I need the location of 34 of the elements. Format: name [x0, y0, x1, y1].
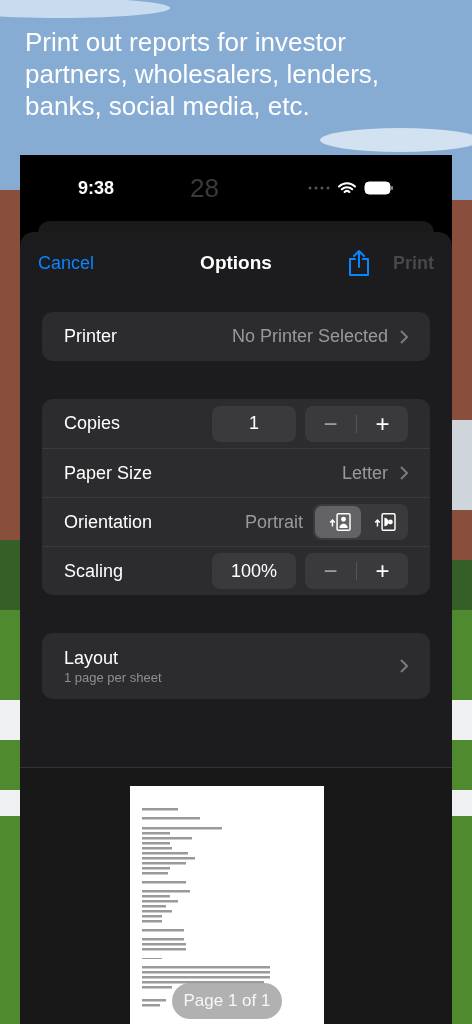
stepper[interactable]: − + [305, 405, 408, 442]
sheet-title: Options [200, 250, 272, 275]
minus-glyph: − [322, 411, 339, 436]
headline: Print out reports for investor partners, wholesalers, lenders, banks, social media, etc. [24, 26, 381, 122]
chevron-icon [400, 659, 408, 673]
value-field[interactable]: 100% [212, 553, 296, 589]
layout-label: Layout [64, 647, 120, 670]
value-field[interactable]: 1 [212, 405, 296, 442]
plus-glyph: + [374, 411, 391, 436]
printer-label: Printer [64, 325, 117, 348]
layout-value: 1 page per sheet [64, 670, 162, 686]
signal-icon [308, 186, 330, 190]
battery-icon [364, 181, 394, 195]
option-value[interactable]: Letter [341, 459, 388, 487]
printer-value: No Printer Selected [231, 325, 388, 348]
option-value: Portrait [244, 510, 303, 534]
option-label: Orientation [64, 510, 153, 534]
chevron-icon [400, 329, 408, 344]
status-number: 28 [190, 171, 219, 205]
cancel-button[interactable]: Cancel [38, 249, 95, 277]
layout-row[interactable]: Layout 1 page per sheet [42, 633, 430, 699]
portrait-button[interactable] [315, 506, 361, 538]
minus-glyph: − [322, 559, 339, 583]
chevron-icon [400, 466, 408, 480]
plus-glyph: + [374, 559, 391, 583]
wifi-icon [338, 181, 356, 195]
option-label: Scaling [64, 559, 124, 583]
page-indicator: Page 1 of 1 [172, 983, 282, 1019]
stepper[interactable]: − + [305, 553, 408, 589]
option-label: Paper Size [64, 461, 153, 485]
option-label: Copies [64, 412, 121, 435]
printer-row[interactable]: Printer No Printer Selected [42, 312, 430, 361]
status-time: 9:38 [78, 176, 116, 200]
share-icon[interactable] [347, 249, 371, 277]
